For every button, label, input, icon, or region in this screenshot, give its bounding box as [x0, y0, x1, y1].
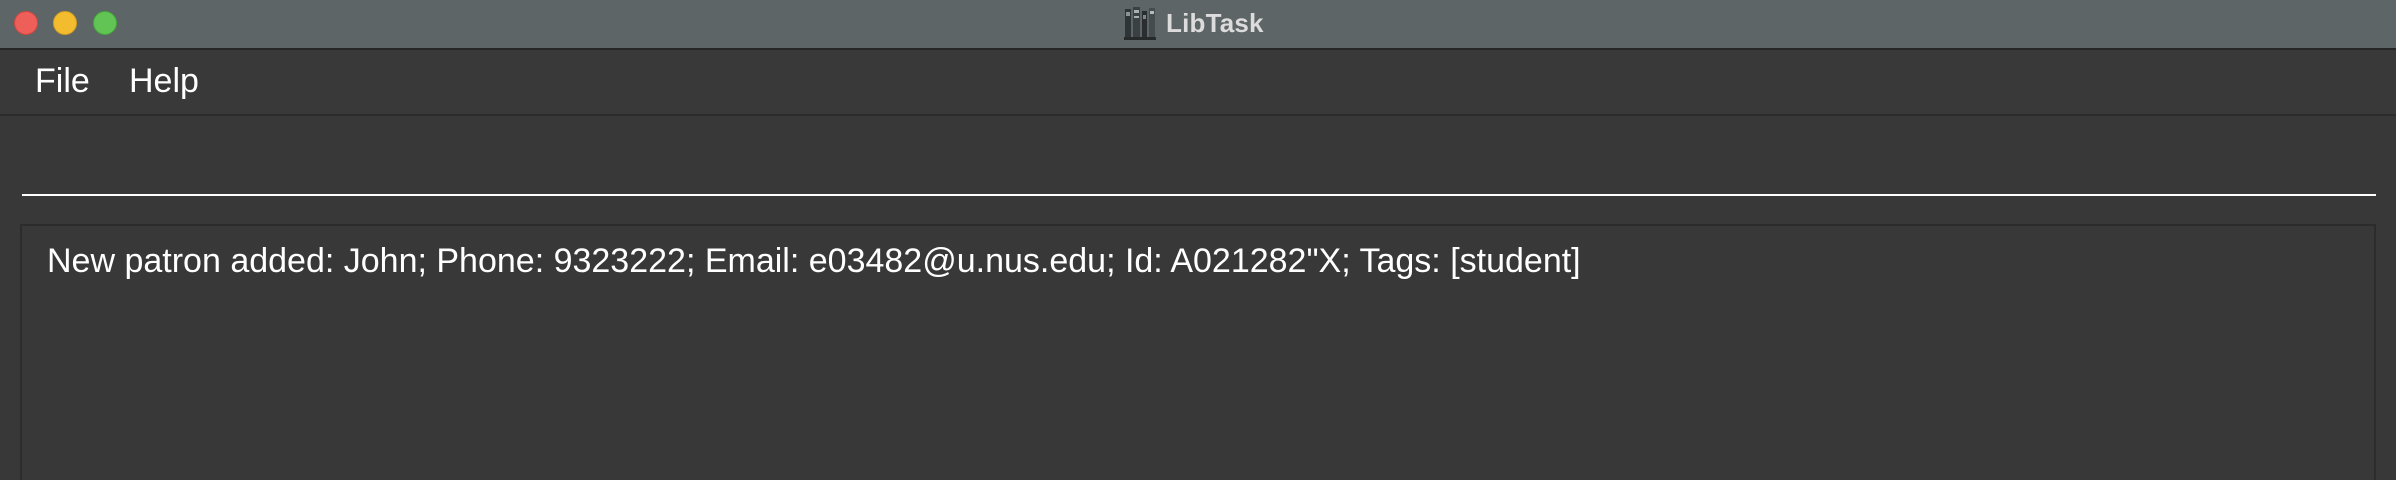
title-bar[interactable]: LibTask: [0, 0, 2396, 50]
result-display: New patron added: John; Phone: 9323222; …: [20, 224, 2376, 480]
window-title-group: LibTask: [1124, 4, 1264, 42]
minimize-window-button[interactable]: [53, 11, 77, 35]
close-window-button[interactable]: [14, 11, 38, 35]
window-title: LibTask: [1166, 7, 1264, 38]
command-box: [0, 116, 2396, 212]
app-window: LibTask File Help New patron added: John…: [0, 0, 2396, 480]
zoom-window-button[interactable]: [93, 11, 117, 35]
menu-file[interactable]: File: [31, 60, 94, 102]
menu-bar: File Help: [0, 50, 2396, 116]
menu-help[interactable]: Help: [125, 60, 203, 102]
command-input[interactable]: [22, 124, 2376, 196]
result-message: New patron added: John; Phone: 9323222; …: [47, 242, 1581, 280]
bookshelf-icon: [1124, 7, 1156, 40]
